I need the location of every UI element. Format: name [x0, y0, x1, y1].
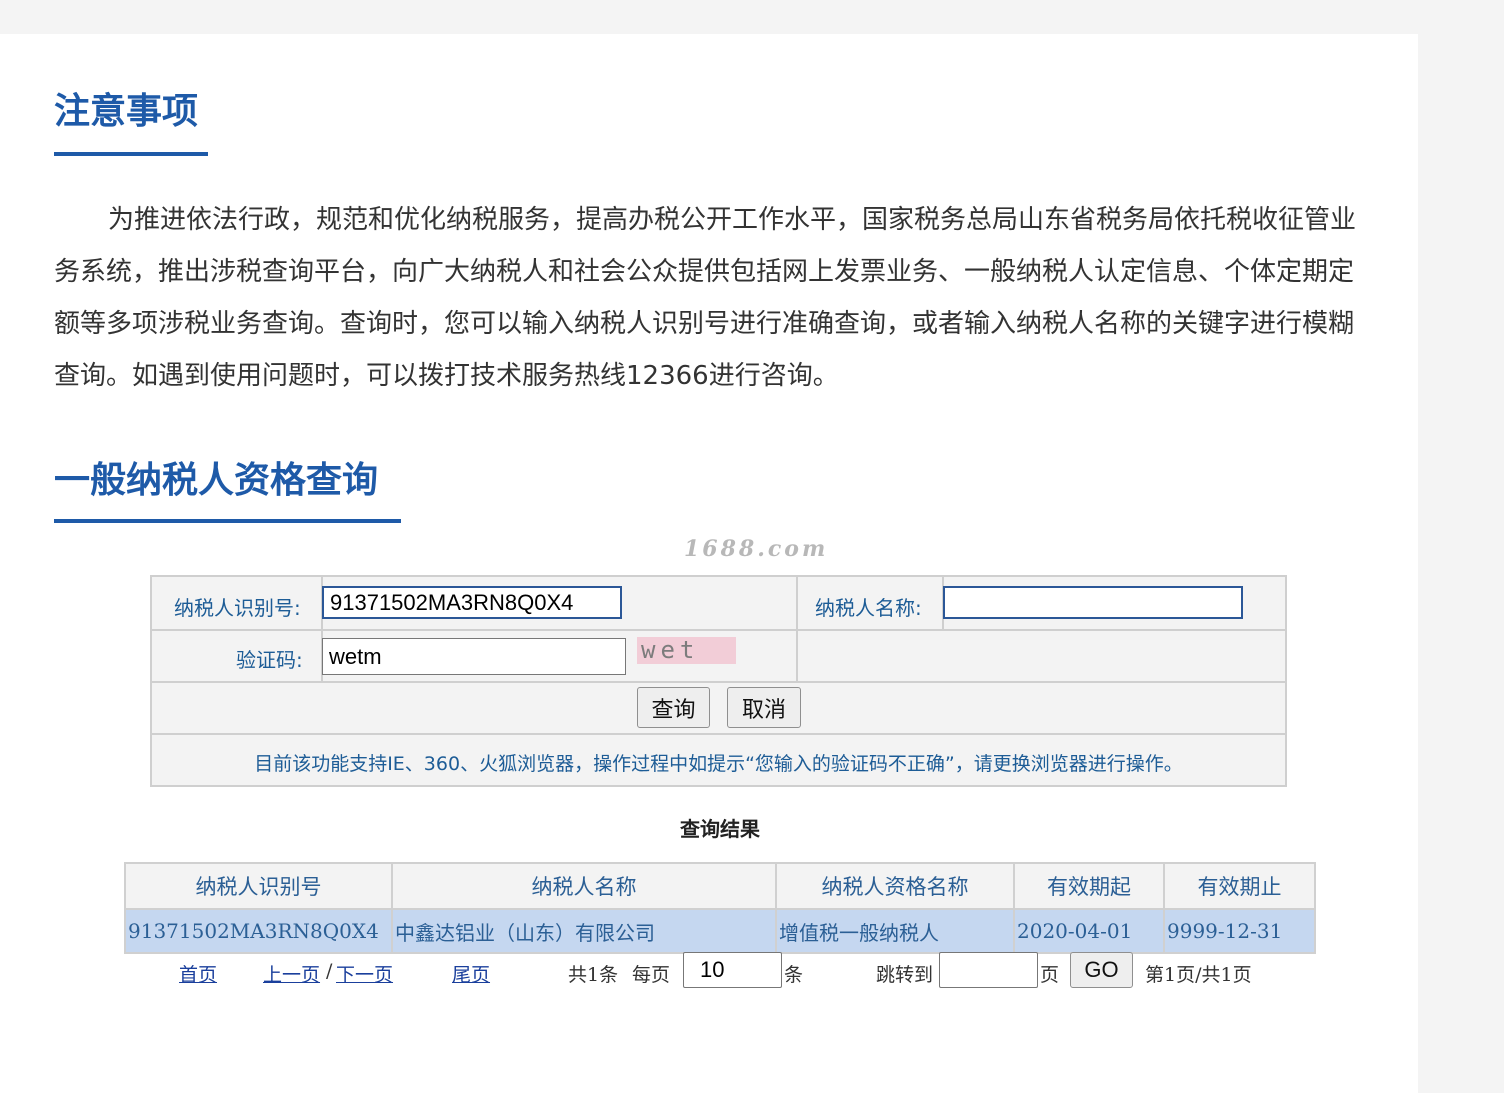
column-header: 纳税人识别号 — [124, 862, 393, 910]
pagination: 首页 上一页 / 下一页 尾页 共1条 每页 条 跳转到 页 GO 第1页/共1… — [0, 952, 1418, 992]
cell-qualification: 增值税一般纳税人 — [775, 908, 1015, 954]
column-header: 有效期起 — [1013, 862, 1165, 910]
query-title: 一般纳税人资格查询 — [54, 460, 379, 501]
results-title: 查询结果 — [680, 817, 760, 841]
captcha-label: 验证码: — [236, 648, 303, 672]
column-header: 有效期止 — [1163, 862, 1316, 910]
cancel-button[interactable]: 取消 — [727, 687, 801, 728]
browser-hint: 目前该功能支持IE、360、火狐浏览器，操作过程中如提示“您输入的验证码不正确”… — [254, 753, 1183, 775]
per-page-label: 每页 — [632, 964, 671, 986]
next-page-link[interactable]: 下一页 — [336, 960, 393, 987]
taxpayer-id-input[interactable] — [322, 586, 622, 619]
taxpayer-name-label: 纳税人名称: — [815, 596, 922, 620]
prev-page-link[interactable]: 上一页 — [263, 960, 320, 987]
taxpayer-id-label: 纳税人识别号: — [174, 596, 301, 620]
notice-title-underline — [54, 152, 208, 156]
watermark: 1688.com — [684, 536, 829, 562]
captcha-input[interactable] — [322, 638, 626, 675]
jump-page-input[interactable] — [939, 952, 1038, 988]
jump-unit: 页 — [1040, 964, 1060, 986]
form-row-buttons — [152, 681, 1285, 735]
query-button[interactable]: 查询 — [637, 687, 710, 728]
column-header: 纳税人资格名称 — [775, 862, 1015, 910]
form-divider — [796, 577, 798, 681]
per-page-unit: 条 — [784, 964, 804, 986]
table-row[interactable]: 91371502MA3RN8Q0X4 中鑫达铝业（山东）有限公司 增值税一般纳税… — [124, 908, 1316, 954]
notice-paragraph: 为推进依法行政，规范和优化纳税服务，提高办税公开工作水平，国家税务总局山东省税务… — [54, 205, 1357, 391]
query-title-underline — [54, 519, 401, 523]
taxpayer-name-input[interactable] — [943, 586, 1243, 619]
table-header-row: 纳税人识别号 纳税人名称 纳税人资格名称 有效期起 有效期止 — [124, 862, 1316, 910]
query-form: 纳税人识别号: 纳税人名称: 验证码: wet m 查询 取消 目前该功能支持I… — [150, 575, 1287, 787]
column-header: 纳税人名称 — [391, 862, 777, 910]
jump-label: 跳转到 — [876, 964, 934, 986]
total-count: 共1条 — [568, 964, 619, 986]
cell-taxpayer-id: 91371502MA3RN8Q0X4 — [124, 908, 393, 954]
last-page-link[interactable]: 尾页 — [452, 960, 490, 987]
page-info: 第1页/共1页 — [1145, 964, 1252, 986]
cell-valid-from: 2020-04-01 — [1013, 908, 1165, 954]
notice-title: 注意事项 — [54, 91, 199, 132]
cell-taxpayer-name: 中鑫达铝业（山东）有限公司 — [391, 908, 777, 954]
first-page-link[interactable]: 首页 — [179, 960, 217, 987]
go-button[interactable]: GO — [1070, 952, 1133, 988]
pager-separator: / — [326, 960, 333, 982]
cell-valid-to: 9999-12-31 — [1163, 908, 1316, 954]
results-table: 纳税人识别号 纳税人名称 纳税人资格名称 有效期起 有效期止 91371502M… — [124, 862, 1316, 954]
per-page-input[interactable] — [683, 952, 782, 988]
captcha-image[interactable]: wet m — [637, 637, 736, 664]
